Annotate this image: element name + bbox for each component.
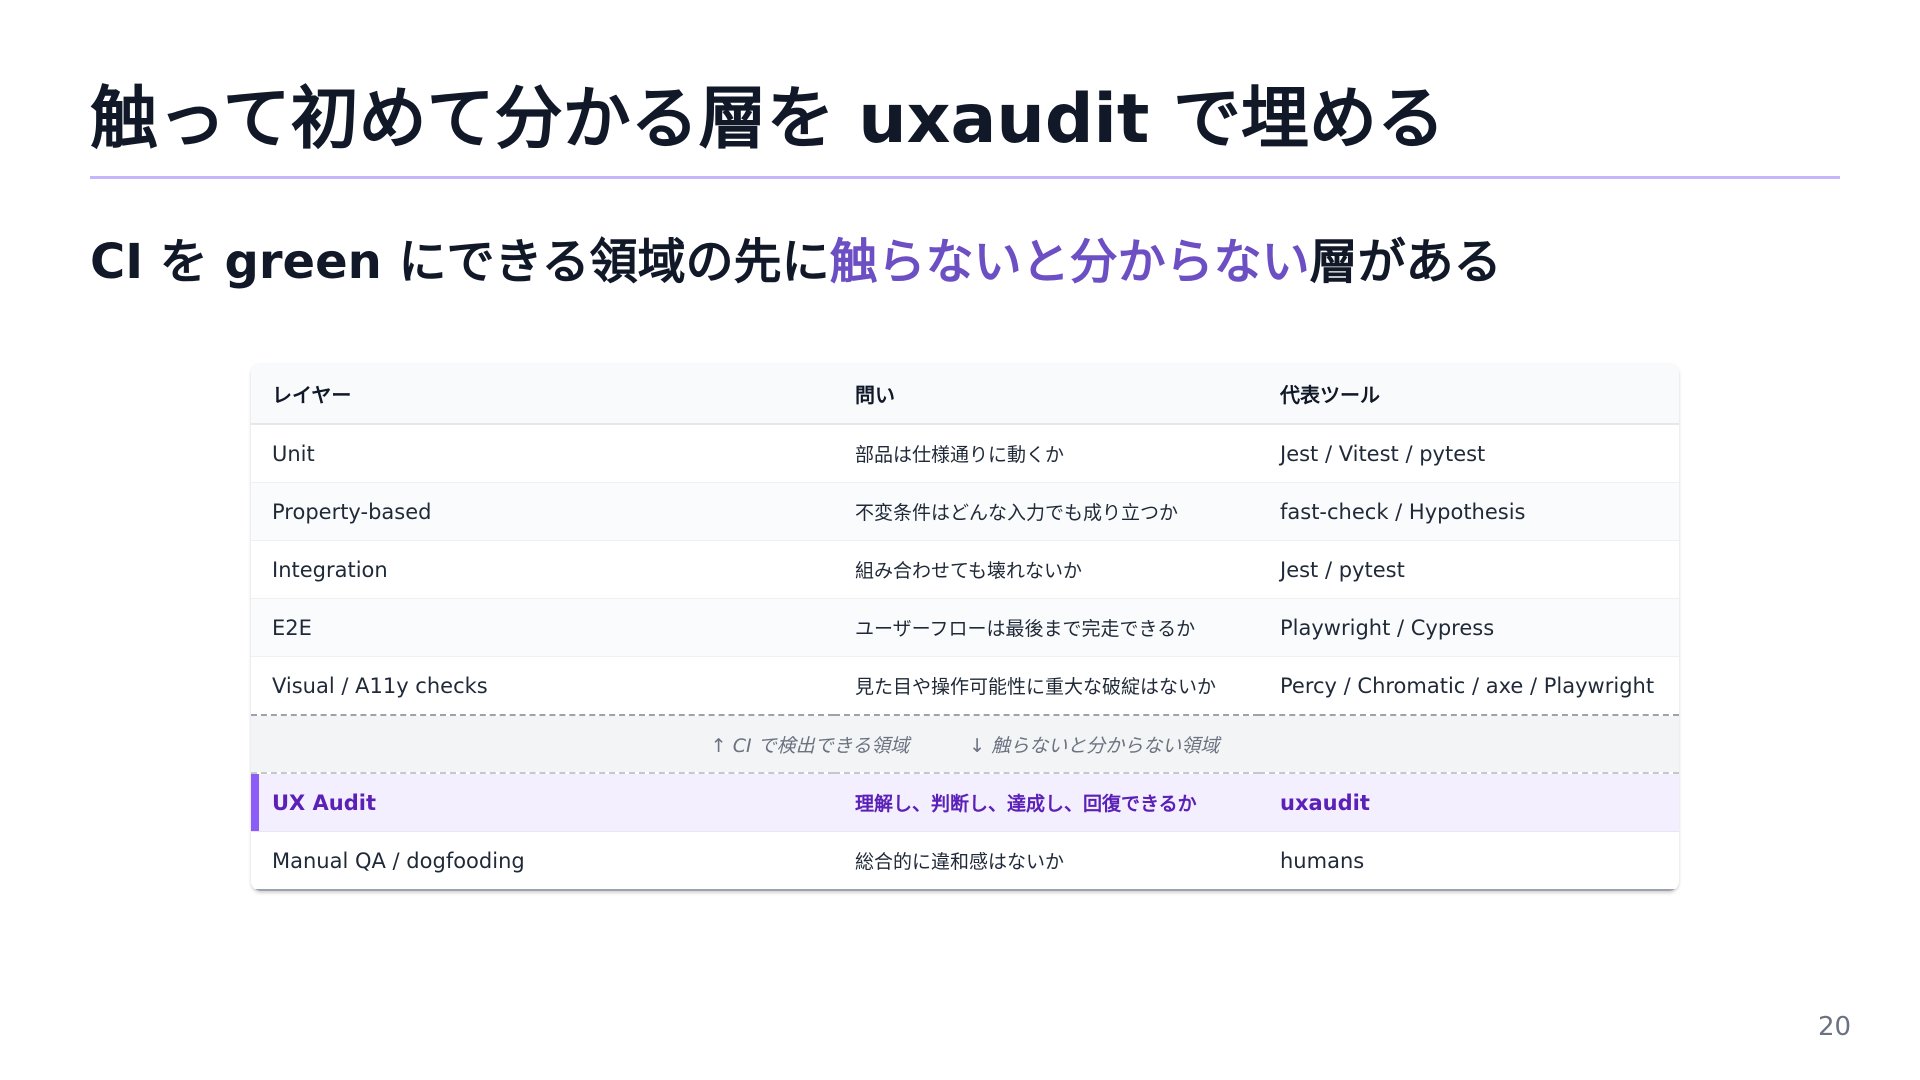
cell-question: 不変条件はどんな入力でも成り立つか — [834, 482, 1259, 541]
cell-tools: fast-check / Hypothesis — [1259, 482, 1679, 541]
cell-tools: Playwright / Cypress — [1259, 598, 1679, 657]
table-row: Property-based 不変条件はどんな入力でも成り立つか fast-ch… — [251, 482, 1679, 541]
cell-question: 見た目や操作可能性に重大な破綻はないか — [834, 656, 1259, 716]
table-header-row: レイヤー 問い 代表ツール — [251, 363, 1679, 425]
cell-tools: Percy / Chromatic / axe / Playwright — [1259, 656, 1679, 716]
cell-layer: Property-based — [251, 482, 834, 541]
cell-layer: Manual QA / dogfooding — [251, 831, 834, 891]
cell-tools: Jest / pytest — [1259, 540, 1679, 599]
table-row-highlighted: UX Audit 理解し、判断し、達成し、回復できるか uxaudit — [251, 773, 1679, 832]
cell-tools: Jest / Vitest / pytest — [1259, 424, 1679, 483]
subtitle-accent-text: 触らないと分からない — [829, 234, 1310, 290]
cell-layer: E2E — [251, 598, 834, 657]
cell-question: 部品は仕様通りに動くか — [834, 424, 1259, 483]
cell-layer: Visual / A11y checks — [251, 656, 834, 716]
header-question: 問い — [834, 363, 1259, 425]
subtitle-text: CI を green にできる領域の先に — [90, 234, 830, 290]
cell-question: ユーザーフローは最後まで完走できるか — [834, 598, 1259, 657]
divider-label-above: ↑ CI で検出できる領域 — [710, 734, 910, 757]
cell-tools: uxaudit — [1259, 773, 1679, 832]
page-number: 20 — [1818, 1012, 1852, 1042]
ci-boundary-divider: ↑ CI で検出できる領域 ↓ 触らないと分からない領域 — [251, 714, 1679, 774]
cell-layer: UX Audit — [251, 773, 834, 832]
subtitle-text-end: 層がある — [1309, 234, 1502, 290]
header-layer: レイヤー — [251, 363, 834, 425]
cell-question: 総合的に違和感はないか — [834, 831, 1259, 891]
divider-label-below: ↓ 触らないと分からない領域 — [969, 734, 1220, 757]
table-row: Visual / A11y checks 見た目や操作可能性に重大な破綻はないか… — [251, 656, 1679, 716]
cell-layer: Integration — [251, 540, 834, 599]
table-row: Unit 部品は仕様通りに動くか Jest / Vitest / pytest — [251, 424, 1679, 483]
slide-subtitle: CI を green にできる領域の先に触らないと分からない層がある — [90, 230, 1502, 294]
slide-title: 触って初めて分かる層を uxaudit で埋める — [90, 80, 1446, 159]
table-row: Manual QA / dogfooding 総合的に違和感はないか human… — [251, 831, 1679, 891]
testing-layers-table: レイヤー 問い 代表ツール Unit 部品は仕様通りに動くか Jest / Vi… — [251, 363, 1679, 891]
title-divider — [90, 176, 1840, 179]
table-row: Integration 組み合わせても壊れないか Jest / pytest — [251, 540, 1679, 599]
cell-layer: Unit — [251, 424, 834, 483]
table-row: E2E ユーザーフローは最後まで完走できるか Playwright / Cypr… — [251, 598, 1679, 657]
header-tools: 代表ツール — [1259, 363, 1679, 425]
divider-cell: ↑ CI で検出できる領域 ↓ 触らないと分からない領域 — [251, 714, 1679, 774]
cell-question: 組み合わせても壊れないか — [834, 540, 1259, 599]
cell-tools: humans — [1259, 831, 1679, 891]
cell-question: 理解し、判断し、達成し、回復できるか — [834, 773, 1259, 832]
